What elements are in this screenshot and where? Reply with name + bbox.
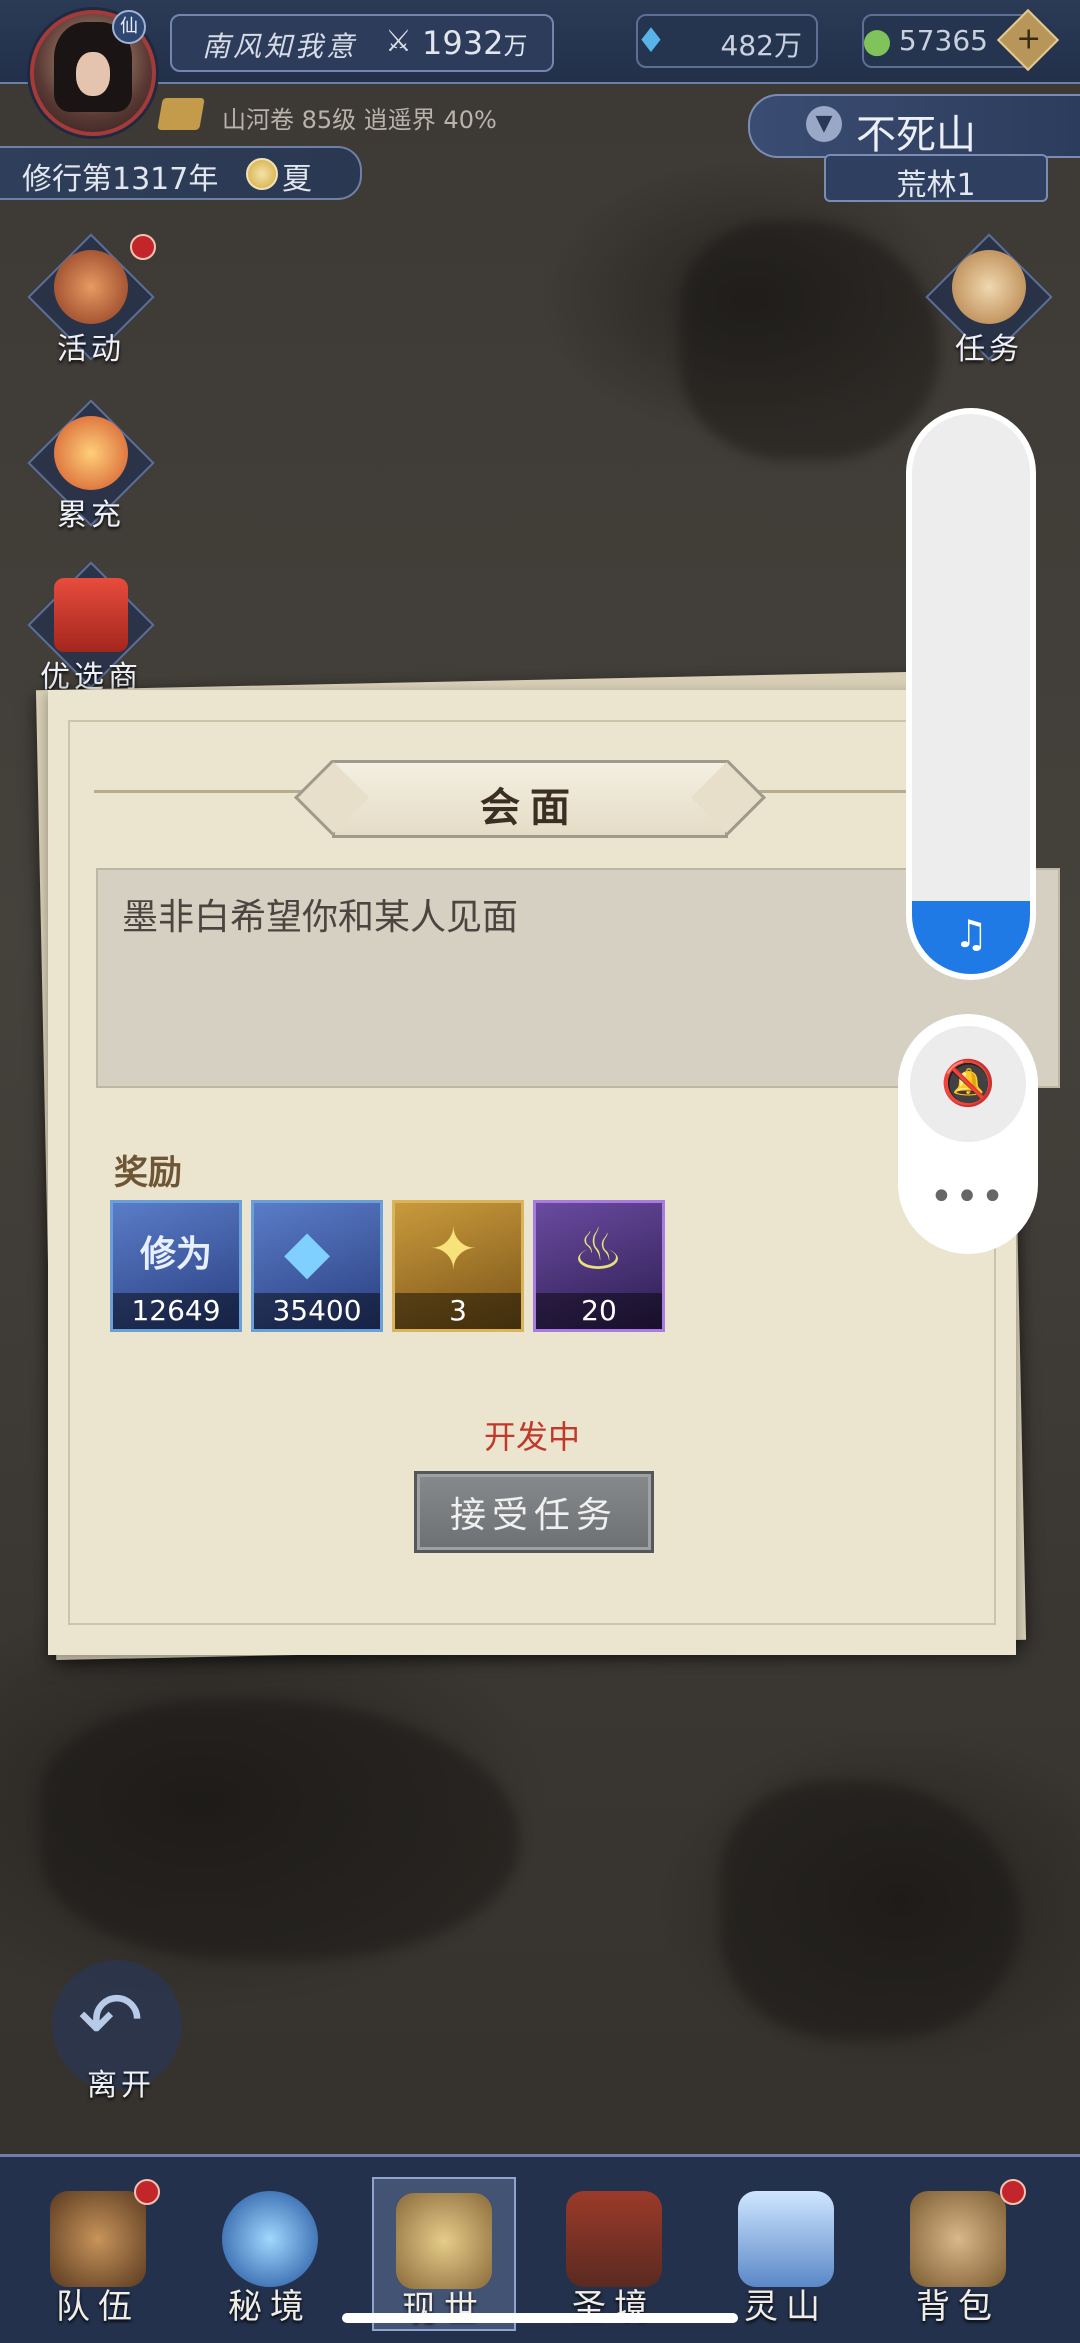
sub-location[interactable]: 荒林1 [824,154,1048,203]
return-arrow-icon: ↶ [78,1976,144,2066]
nav-team[interactable]: 队伍 [28,2177,168,2327]
leave-label: 离开 [87,2068,155,2103]
ringer-panel: 🔕 ••• [898,1014,1038,1254]
reward-count: 12649 [113,1293,239,1329]
gem-icon: ✦ [429,1215,478,1283]
activity-label: 活动 [57,332,125,367]
home-indicator[interactable] [342,2313,738,2323]
power-unit: 万 [503,32,528,60]
pavilion-icon [566,2191,662,2287]
location-banner[interactable]: ▼ 不死山 [748,94,1080,158]
status-text: 开发中 [483,1418,580,1456]
divider [94,790,314,793]
reward-cultivation[interactable]: 修为 12649 [110,1200,242,1332]
location-name: 不死山 [856,112,976,158]
cultivation-year: 修行第1317年 [22,162,219,197]
jade-value: 57365 [898,24,988,57]
map-scroll-icon [396,2193,492,2289]
lantern-icon [54,416,128,490]
player-name-box: 南风知我意 ⚔ 1932万 [170,14,554,72]
team-hat-icon [50,2191,146,2287]
crystal-resource[interactable]: ♦ 482万 [636,14,818,68]
flame-icon: ♨ [572,1215,624,1283]
sun-icon [246,158,278,190]
gift-box-icon [54,578,128,652]
reward-crystal[interactable]: ◆ 35400 [251,1200,383,1332]
power-icon: ⚔ [385,24,412,59]
volume-slider[interactable]: ♫ [906,408,1036,980]
crystal-icon: ◆ [284,1217,331,1287]
cultivation-text: 修为 [139,1233,212,1275]
quest-button[interactable]: 任务 [924,232,1054,382]
mute-bell-icon[interactable]: 🔕 [910,1026,1026,1142]
player-name: 南风知我意 [202,30,358,63]
accept-label: 接受任务 [449,1495,618,1536]
jade-coin-icon: ● [862,21,892,61]
year-bar: 修行第1317年 夏 [0,146,362,200]
nav-label: 背包 [916,2287,1000,2327]
crystal-icon: ♦ [635,21,667,61]
music-note-icon: ♫ [953,912,989,956]
nav-present-world[interactable]: 现世 [372,2177,516,2331]
crystal-value: 482万 [720,29,802,62]
power-number: 1932 [422,24,504,62]
scroll-bundle-icon [952,250,1026,324]
nav-backpack[interactable]: 背包 [888,2177,1028,2327]
more-options-icon[interactable]: ••• [898,1174,1038,1220]
scroll-icon [157,98,205,130]
dialog-title-plate: 会面 [332,760,728,838]
dialog-title: 会面 [480,784,580,831]
plus-icon: + [1016,21,1042,57]
reward-gem[interactable]: ✦ 3 [392,1200,524,1332]
avatar-face [76,52,110,96]
nav-secret-realm[interactable]: 秘境 [200,2177,340,2327]
quest-label: 任务 [955,332,1023,367]
vortex-icon [222,2191,318,2287]
notification-dot [130,234,156,260]
realm-info: 山河卷 85级 逍遥界 40% [222,106,497,134]
reward-flame[interactable]: ♨ 20 [533,1200,665,1332]
accept-quest-button[interactable]: 接受任务 [414,1471,654,1553]
reward-count: 3 [395,1293,521,1329]
immortal-badge: 仙 [112,10,146,44]
nav-holy-realm[interactable]: 圣境 [544,2177,684,2327]
reward-count: 20 [536,1293,662,1329]
reward-count: 35400 [254,1293,380,1329]
volume-track: ♫ [912,414,1030,974]
power-value: 1932万 [422,24,527,62]
notification-dot [134,2179,160,2205]
nav-label: 秘境 [228,2287,312,2327]
nav-spirit-mountain[interactable]: 灵山 [716,2177,856,2327]
meeting-dialog: 会面 墨非白希望你和某人见面 奖励 修为 12649 ◆ 35400 ✦ 3 ♨… [48,690,1060,1655]
mountain-icon [738,2191,834,2287]
sub-location-name: 荒林1 [896,168,976,203]
activity-button[interactable]: 活动 [26,232,156,382]
gourd-icon [54,250,128,324]
location-pin-icon: ▼ [806,106,842,142]
season: 夏 [282,162,312,197]
top-bar: 南风知我意 ⚔ 1932万 ♦ 482万 ● 57365 + [0,0,1080,84]
nav-label: 队伍 [56,2287,140,2327]
sub-info-bar: 山河卷 85级 逍遥界 40% [0,94,560,134]
leave-button[interactable]: ↶ 离开 [46,1960,196,2110]
backpack-icon [910,2191,1006,2287]
description-text: 墨非白希望你和某人见面 [122,897,519,938]
rewards-label: 奖励 [114,1153,182,1193]
notification-dot [1000,2179,1026,2205]
recharge-button[interactable]: 累充 [26,398,156,548]
recharge-label: 累充 [57,498,125,533]
